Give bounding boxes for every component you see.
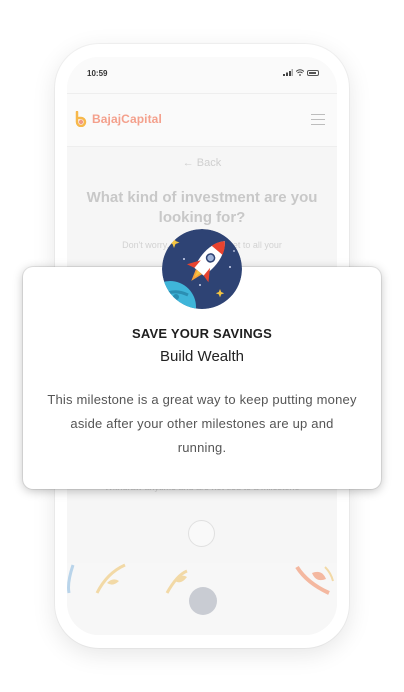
modal-description: This milestone is a great way to keep pu… [47,392,357,455]
rocket-icon [162,229,242,309]
back-link[interactable]: ← Back [67,157,337,169]
modal-subtitle: Build Wealth [160,348,244,365]
hamburger-menu-icon[interactable] [311,114,325,125]
logo-mark-icon [75,111,87,127]
modal-title: SAVE YOUR SAVINGS [132,326,272,341]
brand-name: BajajCapital [92,112,162,126]
app-header: BajajCapital [67,94,337,147]
status-bar: 10:59 [67,57,337,94]
wifi-icon [296,69,304,76]
page-question: What kind of investment are you looking … [86,189,318,226]
signal-icon [283,69,293,76]
option-radio[interactable] [188,520,215,547]
brand-logo[interactable]: BajajCapital [72,111,162,127]
battery-icon [307,69,319,76]
system-icons [283,69,319,76]
decorative-illustration [67,563,337,635]
status-time: 10:59 [87,69,108,78]
